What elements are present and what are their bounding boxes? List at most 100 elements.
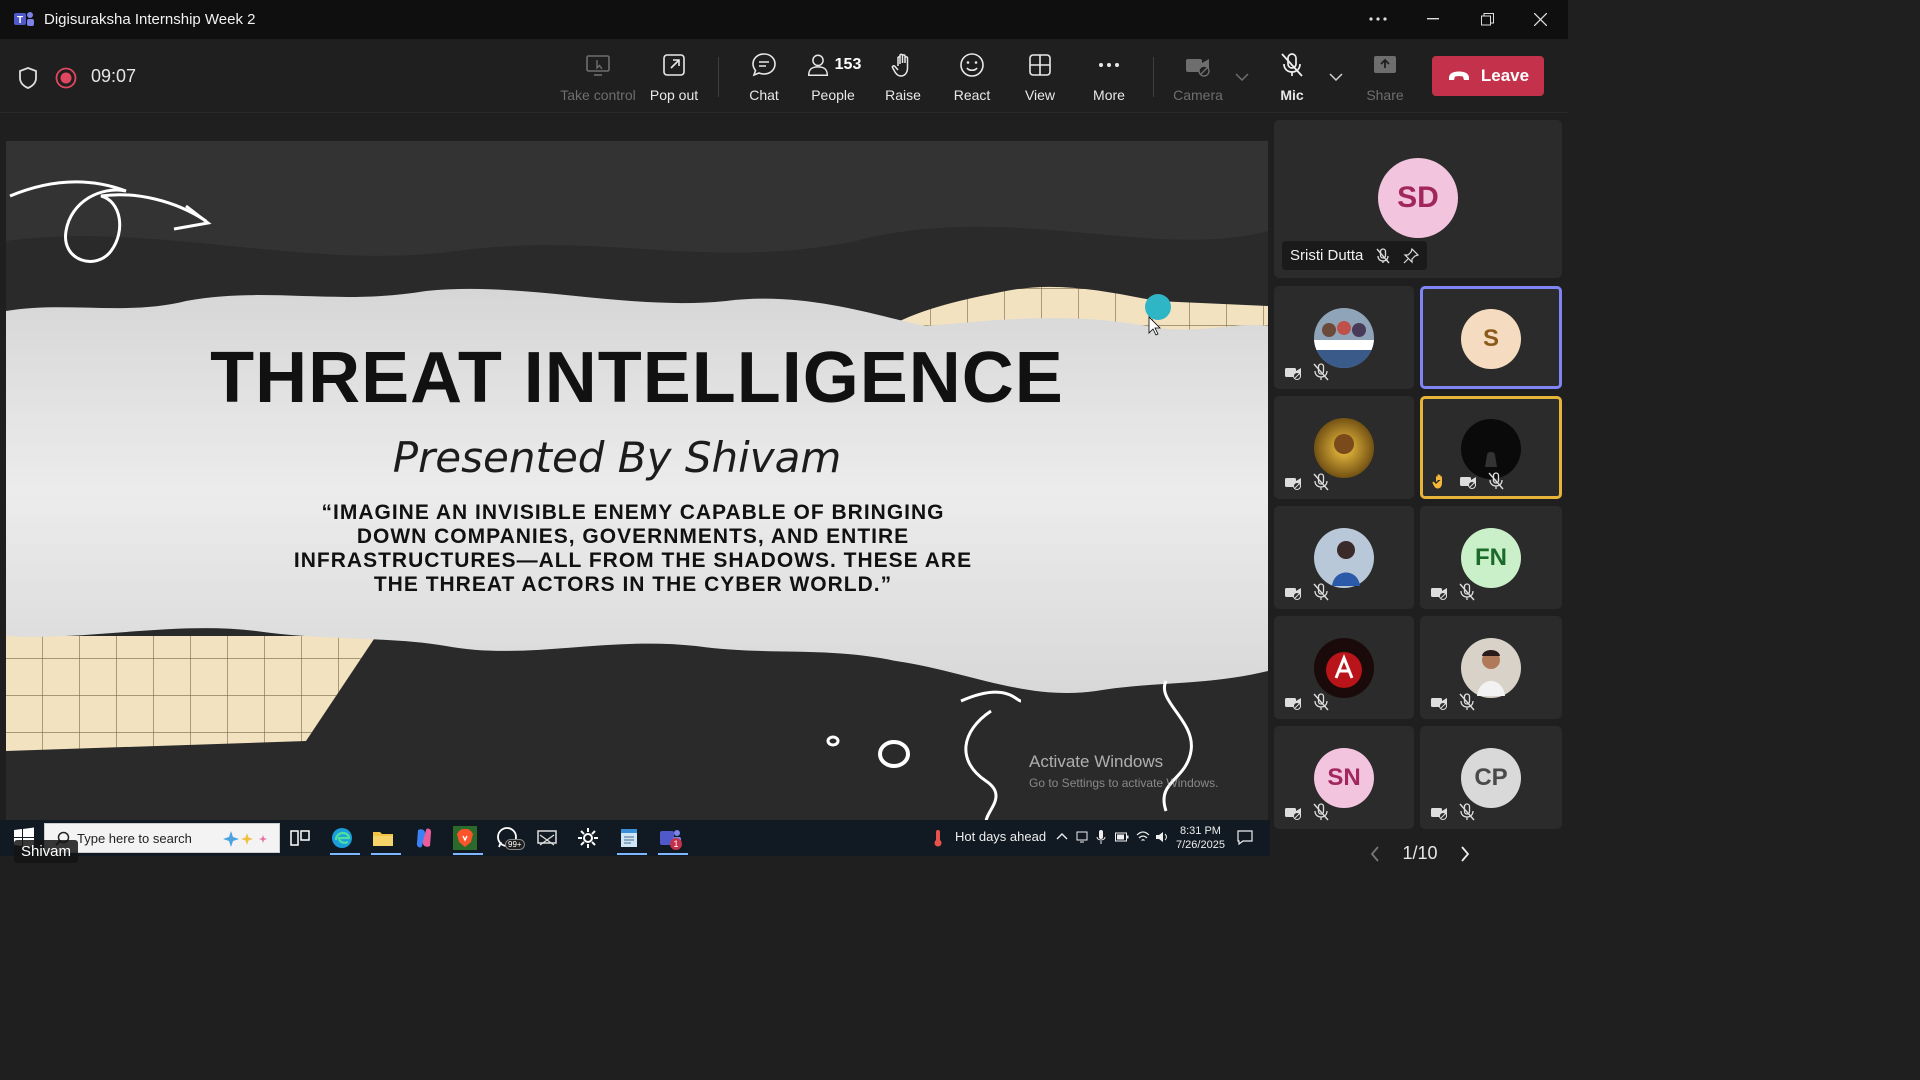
recording-icon [55,67,77,89]
task-view-icon[interactable] [288,826,312,850]
brave-browser-icon[interactable] [453,826,477,850]
mic-muted-icon [1459,693,1475,711]
more-button[interactable]: More [1069,51,1149,107]
snipping-tool-icon[interactable] [535,826,559,850]
pop-out-button[interactable]: Pop out [634,51,714,107]
battery-icon[interactable] [1115,832,1129,842]
show-hidden-icons-chevron-icon[interactable] [1056,832,1068,840]
next-page-chevron-icon[interactable] [1460,845,1470,862]
pager-label: 1/10 [1402,843,1438,863]
participant-tile[interactable] [1274,396,1414,499]
leave-button[interactable]: Leave [1432,56,1544,96]
camera-options-chevron-icon[interactable] [1235,73,1249,81]
title-bar: T Digisuraksha Internship Week 2 [0,0,1568,39]
participant-tile[interactable] [1274,286,1414,389]
share-button[interactable]: Share [1345,51,1425,107]
slide-quote: “IMAGINE AN INVISIBLE ENEMY CAPABLE OF B… [293,501,973,596]
participant-tile[interactable]: SN [1274,726,1414,829]
mic-muted-icon [1488,472,1504,490]
participant-name-label: Sristi Dutta [1282,241,1428,270]
share-screen-icon [1374,56,1396,73]
participant-photo-man [1461,638,1521,698]
activate-windows-hint: Go to Settings to activate Windows. [1029,776,1219,790]
smiley-icon [960,53,984,77]
mic-options-chevron-icon[interactable] [1329,73,1343,81]
active-app-indicator [617,853,647,855]
restore-button[interactable] [1467,6,1507,32]
participant-photo-group [1314,308,1374,368]
teams-taskbar-button[interactable]: 1 [658,826,684,852]
teams-badge: 1 [670,838,682,850]
edge-browser-icon[interactable] [330,826,354,850]
people-button[interactable]: 153 People [793,51,873,107]
chat-icon [752,53,776,77]
whatsapp-taskbar-button[interactable]: 99+ [496,826,525,852]
raise-hand-button[interactable]: Raise [863,51,943,107]
participant-tile[interactable]: CP [1420,726,1562,829]
featured-participant-tile[interactable]: SD Sristi Dutta [1274,120,1562,278]
volume-icon[interactable] [1155,830,1169,844]
tile-status-icons [1430,693,1476,711]
take-control-icon [586,55,610,76]
window-title: Digisuraksha Internship Week 2 [44,11,256,28]
toolbar-divider [718,57,719,97]
tile-status-icons [1284,583,1330,601]
notifications-icon[interactable] [1237,829,1253,845]
taskbar-search-box[interactable]: Type here to search [44,823,280,853]
participant-photo-dark [1461,419,1521,479]
participant-tile-hand-raised[interactable] [1420,396,1562,499]
pin-icon [1403,247,1420,263]
meeting-tray-icon[interactable] [1076,830,1088,844]
view-button[interactable]: View [1000,51,1080,107]
presenter-name-tag: Shivam [14,840,79,863]
tile-status-icons [1284,473,1330,491]
shared-screen-stage: THREAT INTELLIGENCE Presented By Shivam … [0,114,1270,822]
gallery-pager: 1/10 [1370,843,1470,864]
weather-widget[interactable]: Hot days ahead [955,829,1046,844]
mic-muted-icon [1459,803,1475,821]
participant-tile[interactable] [1274,616,1414,719]
thermometer-icon [934,830,942,847]
teams-logo-icon: T [14,12,34,26]
participant-tile[interactable] [1274,506,1414,609]
take-control-button[interactable]: Take control [558,51,638,107]
mic-muted-icon [1313,693,1329,711]
more-options-icon[interactable] [1358,6,1398,32]
camera-off-icon [1460,477,1476,489]
mic-button[interactable]: Mic [1252,51,1332,107]
camera-off-icon [1431,588,1447,600]
microphone-tray-icon[interactable] [1096,829,1106,845]
camera-button[interactable]: Camera [1158,51,1238,107]
settings-gear-icon[interactable] [576,826,600,850]
camera-off-icon [1285,478,1301,490]
close-window-button[interactable] [1520,6,1560,32]
notepad-icon[interactable] [617,826,641,850]
participant-tile-active[interactable]: S [1420,286,1562,389]
tile-status-icons [1430,583,1476,601]
shared-screen-taskbar: Type here to search 99+ 1 Hot days ahead… [0,820,1270,856]
avatar: CP [1461,748,1521,808]
mic-off-icon [1281,53,1303,77]
participant-photo-person [1314,528,1374,588]
camera-off-icon [1285,588,1301,600]
pop-out-icon [663,54,685,76]
shield-icon[interactable] [18,67,38,89]
participant-tile[interactable]: FN [1420,506,1562,609]
avatar: S [1461,309,1521,369]
taskbar-clock[interactable]: 8:31 PM 7/26/2025 [1176,824,1225,852]
tile-status-icons [1430,803,1476,821]
avatar: FN [1461,528,1521,588]
active-app-indicator [453,853,483,855]
minimize-button[interactable] [1413,6,1453,32]
copilot-icon[interactable] [412,826,436,850]
mic-muted-icon [1313,363,1329,381]
wifi-icon[interactable] [1136,830,1150,843]
mic-muted-icon [1459,583,1475,601]
previous-page-chevron-icon[interactable] [1370,845,1380,862]
file-explorer-icon[interactable] [371,826,395,850]
slide-subtitle: Presented By Shivam [392,433,842,482]
participant-tile[interactable] [1420,616,1562,719]
chat-button[interactable]: Chat [724,51,804,107]
tile-status-icons [1284,363,1330,381]
meeting-timer: 09:07 [91,66,137,86]
